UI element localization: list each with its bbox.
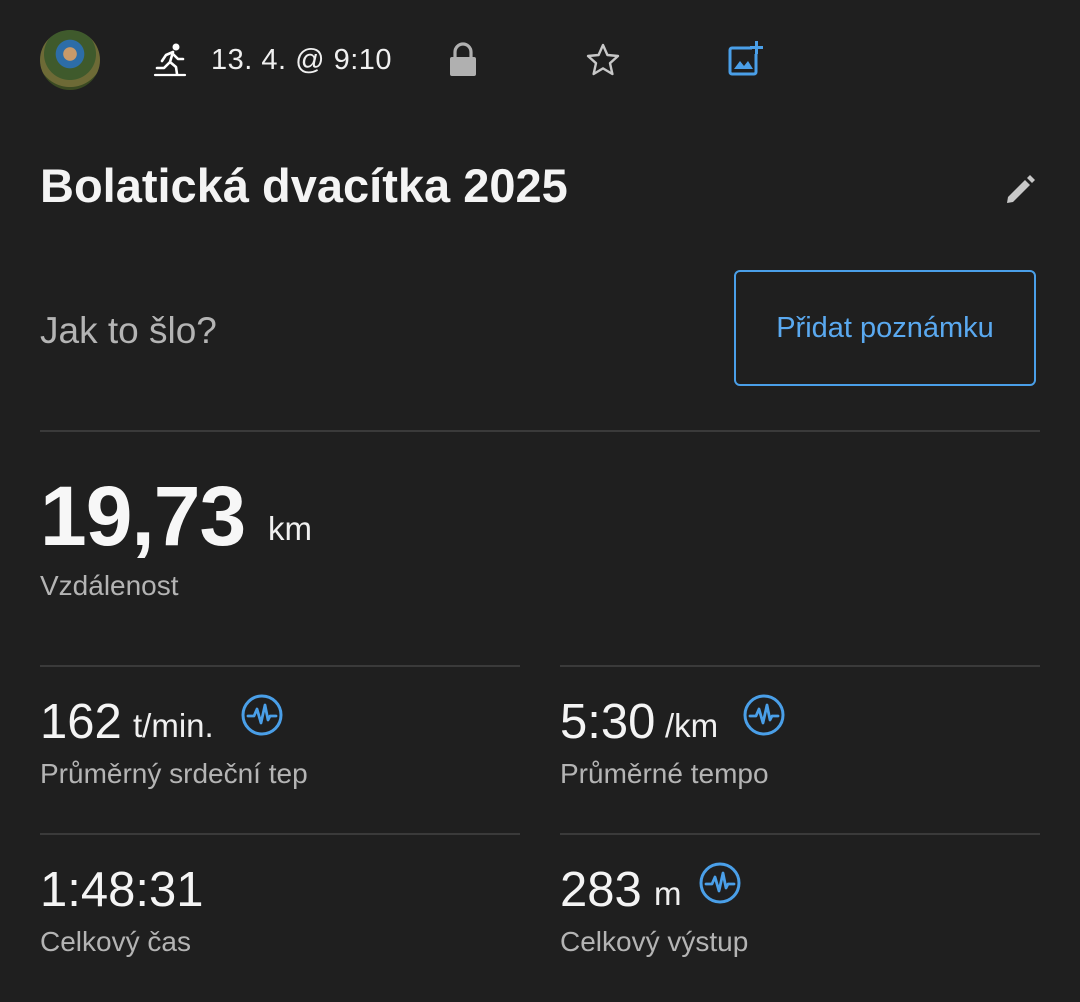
- total-time-label: Celkový čas: [40, 926, 191, 957]
- total-time-value: 1:48:31: [40, 863, 204, 917]
- total-ascent-unit: m: [654, 875, 682, 912]
- heart-rate-pulse-icon[interactable]: [742, 693, 786, 737]
- avg-heart-rate-value: 162: [40, 695, 122, 749]
- divider: [40, 430, 1040, 432]
- pencil-icon[interactable]: [1002, 172, 1038, 208]
- avg-pace-unit: /km: [665, 707, 719, 744]
- lock-icon[interactable]: [446, 42, 480, 78]
- avg-heart-rate-label: Průměrný srdeční tep: [40, 758, 308, 789]
- divider: [40, 665, 520, 667]
- distance-label: Vzdálenost: [40, 570, 179, 601]
- avg-heart-rate-unit: t/min.: [133, 707, 214, 744]
- running-icon: [153, 43, 187, 77]
- total-ascent-value: 283: [560, 863, 642, 917]
- star-icon[interactable]: [585, 42, 621, 78]
- heart-rate-pulse-icon[interactable]: [698, 861, 742, 905]
- avg-pace-value: 5:30: [560, 695, 656, 749]
- distance-unit: km: [268, 510, 312, 547]
- add-note-button[interactable]: Přidat poznámku: [734, 270, 1036, 386]
- add-photo-icon[interactable]: [726, 40, 764, 78]
- how-did-it-go-prompt: Jak to šlo?: [40, 310, 217, 351]
- avg-pace-label: Průměrné tempo: [560, 758, 769, 789]
- divider: [560, 833, 1040, 835]
- distance-value: 19,73: [40, 469, 246, 563]
- activity-title: Bolatická dvacítka 2025: [40, 159, 568, 212]
- divider: [560, 665, 1040, 667]
- heart-rate-pulse-icon[interactable]: [240, 693, 284, 737]
- divider: [40, 833, 520, 835]
- activity-header: 13. 4. @ 9:10: [40, 28, 1040, 92]
- avatar[interactable]: [40, 30, 100, 90]
- total-ascent-label: Celkový výstup: [560, 926, 749, 957]
- activity-date: 13. 4. @ 9:10: [211, 44, 393, 76]
